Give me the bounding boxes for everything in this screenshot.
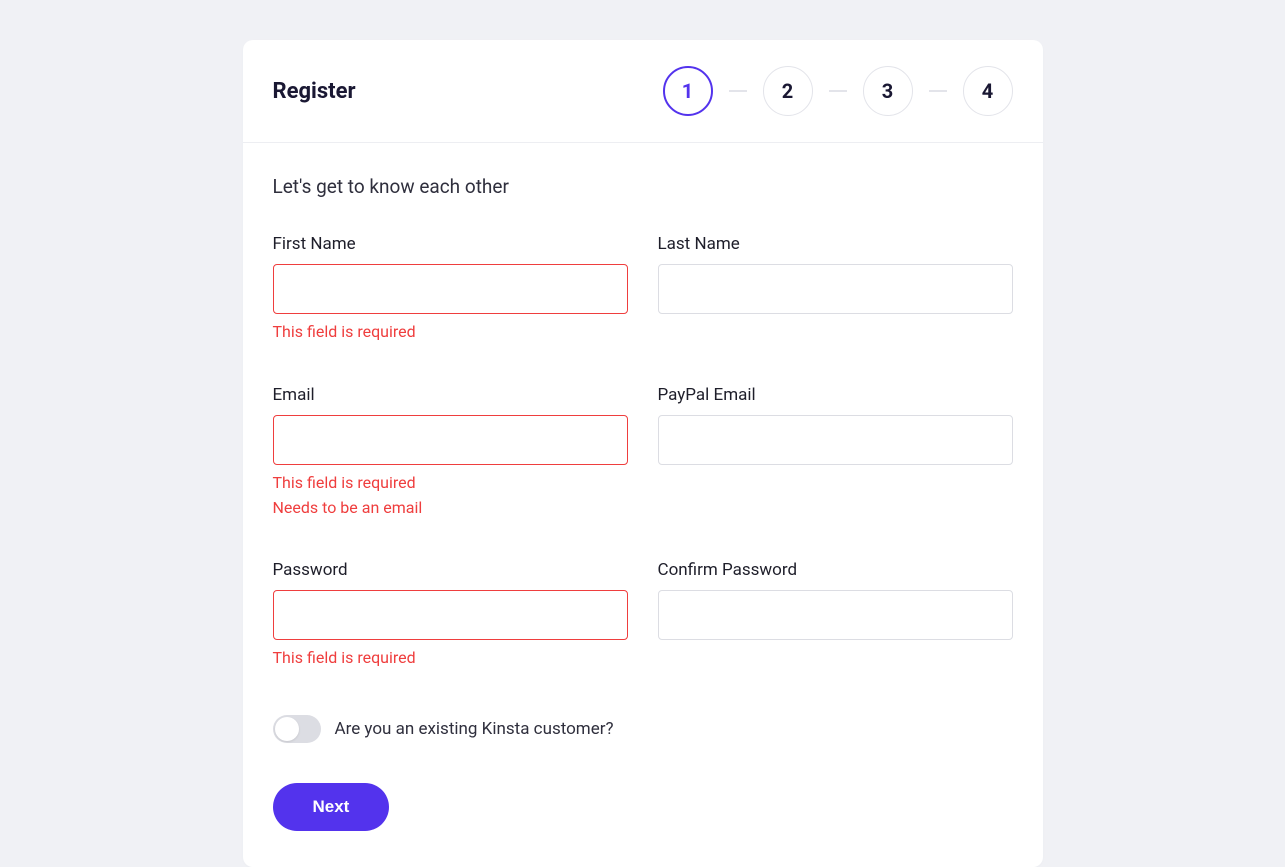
existing-customer-toggle[interactable]	[273, 715, 321, 743]
paypal-email-input[interactable]	[658, 415, 1013, 465]
email-field-group: Email This field is required Needs to be…	[273, 385, 628, 521]
toggle-knob	[275, 717, 299, 741]
paypal-email-field-group: PayPal Email	[658, 385, 1013, 521]
card-body: Let's get to know each other First Name …	[243, 143, 1043, 867]
password-field-group: Password This field is required	[273, 560, 628, 671]
step-1[interactable]: 1	[663, 66, 713, 116]
email-label: Email	[273, 385, 628, 405]
first-name-label: First Name	[273, 234, 628, 254]
step-3[interactable]: 3	[863, 66, 913, 116]
last-name-label: Last Name	[658, 234, 1013, 254]
step-2[interactable]: 2	[763, 66, 813, 116]
password-label: Password	[273, 560, 628, 580]
email-input[interactable]	[273, 415, 628, 465]
step-4[interactable]: 4	[963, 66, 1013, 116]
first-name-input[interactable]	[273, 264, 628, 314]
card-header: Register 1 2 3 4	[243, 40, 1043, 143]
first-name-error: This field is required	[273, 320, 628, 345]
step-indicator: 1 2 3 4	[663, 66, 1013, 116]
confirm-password-label: Confirm Password	[658, 560, 1013, 580]
existing-customer-label: Are you an existing Kinsta customer?	[335, 719, 614, 739]
page-title: Register	[273, 79, 356, 104]
step-separator	[729, 90, 747, 92]
register-card: Register 1 2 3 4 Let's get to know each …	[243, 40, 1043, 867]
existing-customer-row: Are you an existing Kinsta customer?	[273, 715, 1013, 743]
last-name-input[interactable]	[658, 264, 1013, 314]
confirm-password-input[interactable]	[658, 590, 1013, 640]
password-input[interactable]	[273, 590, 628, 640]
email-error-line: Needs to be an email	[273, 496, 628, 521]
confirm-password-field-group: Confirm Password	[658, 560, 1013, 671]
form-grid: First Name This field is required Last N…	[273, 234, 1013, 671]
last-name-field-group: Last Name	[658, 234, 1013, 345]
next-button[interactable]: Next	[273, 783, 390, 831]
step-separator	[829, 90, 847, 92]
paypal-email-label: PayPal Email	[658, 385, 1013, 405]
password-error: This field is required	[273, 646, 628, 671]
step-separator	[929, 90, 947, 92]
subtitle: Let's get to know each other	[273, 175, 1013, 198]
email-error-line: This field is required	[273, 471, 628, 496]
first-name-field-group: First Name This field is required	[273, 234, 628, 345]
email-error: This field is required Needs to be an em…	[273, 471, 628, 521]
